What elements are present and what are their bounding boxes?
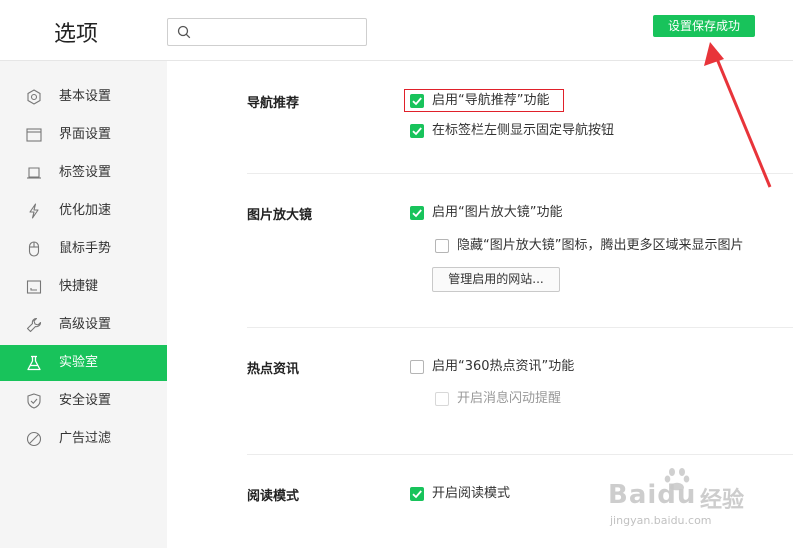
sidebar-item-label: 安全设置 [59, 393, 112, 408]
sidebar-item-interface[interactable]: 界面设置 [0, 117, 167, 153]
checkbox-label: 开启消息闪动提醒 [457, 391, 562, 406]
lightning-icon [29, 203, 39, 219]
checkbox-label: 开启阅读模式 [432, 486, 511, 501]
section-divider [247, 454, 793, 455]
checkbox-label: 启用“图片放大镜”功能 [432, 205, 563, 220]
sidebar-item-label: 高级设置 [59, 317, 112, 332]
checkbox-checked-icon[interactable] [410, 94, 424, 108]
annotation-arrow-icon [704, 42, 772, 188]
wrench-icon [26, 317, 42, 333]
sidebar-item-basic[interactable]: 基本设置 [0, 79, 167, 115]
mouse-icon [28, 241, 40, 257]
checkbox-label: 隐藏“图片放大镜”图标，腾出更多区域来显示图片 [457, 238, 744, 253]
tab-icon [27, 167, 41, 179]
search-input[interactable] [196, 22, 361, 42]
section-title-reading: 阅读模式 [247, 489, 300, 504]
page-title: 选项 [54, 22, 99, 47]
checkbox-disabled-icon[interactable] [435, 392, 449, 406]
sidebar-item-security[interactable]: 安全设置 [0, 383, 167, 419]
options-window: 选项 设置保存成功 基本设置 界面设置 标签设置 优化加速 鼠标手势 快捷键 高… [0, 0, 793, 548]
sidebar-item-label: 界面设置 [59, 127, 112, 142]
baidu-watermark: Baidu 经验 jingyan.baidu.com [608, 460, 758, 540]
sidebar-item-advanced[interactable]: 高级设置 [0, 307, 167, 343]
checkbox-checked-icon[interactable] [410, 206, 424, 220]
search-box[interactable] [167, 18, 367, 46]
sidebar-item-mouse-gestures[interactable]: 鼠标手势 [0, 231, 167, 267]
sidebar-item-optimize[interactable]: 优化加速 [0, 193, 167, 229]
checkbox-label: 在标签栏左侧显示固定导航按钮 [432, 123, 615, 138]
sidebar-item-lab[interactable]: 实验室 [0, 345, 167, 381]
sidebar-item-label: 实验室 [59, 355, 99, 370]
block-icon [26, 431, 42, 447]
sidebar-item-label: 快捷键 [59, 279, 99, 294]
gear-icon [27, 89, 41, 105]
section-title-magnifier: 图片放大镜 [247, 208, 313, 223]
keyboard-icon [26, 280, 42, 294]
watermark-brand-suffix: 经验 [700, 488, 745, 513]
checkbox-label: 启用“360热点资讯”功能 [432, 359, 575, 374]
sidebar-item-label: 优化加速 [59, 203, 112, 218]
checkbox-unchecked-icon[interactable] [435, 239, 449, 253]
search-icon [177, 25, 191, 39]
sidebar-item-label: 广告过滤 [59, 431, 112, 446]
watermark-url: jingyan.baidu.com [610, 514, 712, 527]
header: 选项 设置保存成功 [0, 0, 793, 61]
sidebar-item-tabs[interactable]: 标签设置 [0, 155, 167, 191]
section-divider [247, 327, 793, 328]
save-success-toast: 设置保存成功 [653, 15, 755, 37]
sidebar-item-shortcuts[interactable]: 快捷键 [0, 269, 167, 305]
checkbox-unchecked-icon[interactable] [410, 360, 424, 374]
sidebar-item-ad-filter[interactable]: 广告过滤 [0, 421, 167, 457]
window-icon [26, 128, 42, 142]
sidebar-item-label: 标签设置 [59, 165, 112, 180]
manage-sites-button[interactable]: 管理启用的网站... [432, 267, 560, 292]
section-title-nav: 导航推荐 [247, 96, 300, 111]
sidebar: 基本设置 界面设置 标签设置 优化加速 鼠标手势 快捷键 高级设置 实验室 安全… [0, 61, 167, 548]
checkbox-label: 启用“导航推荐”功能 [432, 93, 550, 108]
flask-icon [27, 355, 41, 371]
shield-icon [27, 393, 41, 409]
checkbox-checked-icon[interactable] [410, 487, 424, 501]
sidebar-item-label: 基本设置 [59, 89, 112, 104]
sidebar-item-label: 鼠标手势 [59, 241, 112, 256]
section-title-hotnews: 热点资讯 [247, 362, 300, 377]
checkbox-checked-icon[interactable] [410, 124, 424, 138]
watermark-brand: Baidu [608, 480, 697, 510]
